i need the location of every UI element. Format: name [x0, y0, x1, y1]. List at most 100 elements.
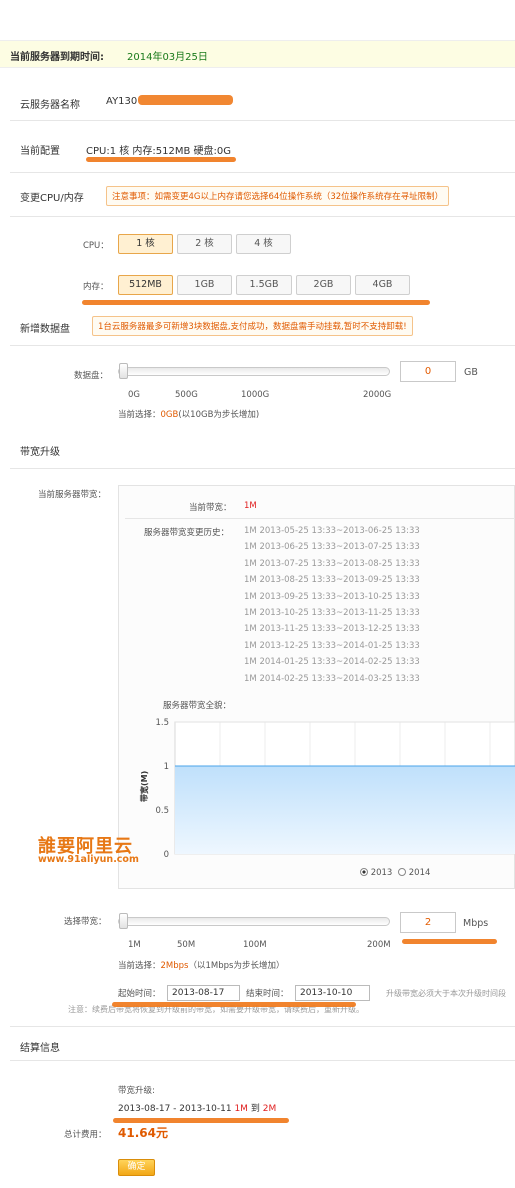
bandwidth-tick: 50M	[177, 940, 196, 950]
upgrade-to-word: 到	[250, 1104, 260, 1114]
memory-option-2gb[interactable]: 2GB	[296, 275, 351, 295]
chart-y-tick-label: 0.5	[155, 806, 169, 816]
disk-hint-value: 0GB	[160, 410, 179, 420]
bandwidth-hint-value: 2Mbps	[160, 961, 189, 971]
bandwidth-section-label: 带宽升级	[20, 447, 60, 458]
year-label-2014[interactable]: 2014	[409, 868, 431, 878]
expiry-label: 当前服务器到期时间:	[10, 52, 104, 63]
current-config-value: CPU:1 核 内存:512MB 硬盘:0G	[86, 146, 232, 157]
end-time-label: 结束时间：	[246, 989, 289, 999]
cpu-option-4[interactable]: 4 核	[236, 234, 291, 254]
confirm-button[interactable]: 确定	[118, 1159, 155, 1176]
cpu-option-1[interactable]: 1 核	[118, 234, 173, 254]
divider	[10, 468, 515, 469]
settlement-section-label: 结算信息	[20, 1043, 60, 1054]
cpu-option-2[interactable]: 2 核	[177, 234, 232, 254]
bandwidth-input[interactable]: 2	[400, 912, 456, 933]
year-radio-2014[interactable]	[398, 868, 407, 876]
chart-y-axis-label: 带宽(M)	[139, 771, 149, 802]
end-date-input[interactable]: 2013-10-10	[295, 985, 370, 1001]
change-cpu-label: 变更CPU/内存	[20, 193, 84, 204]
memory-option-4gb[interactable]: 4GB	[355, 275, 410, 295]
total-cost-value: 41.64元	[118, 1126, 168, 1140]
year-radio-2013[interactable]	[360, 868, 368, 876]
inner-current-label: 当前带宽：	[189, 503, 232, 513]
memory-option-1-5gb[interactable]: 1.5GB	[236, 275, 292, 295]
divider	[125, 518, 515, 519]
chart-y-tick-label: 1	[164, 762, 169, 772]
year-label-2013[interactable]: 2013	[371, 868, 393, 878]
history-label: 服务器带宽变更历史：	[144, 528, 230, 538]
disk-tick: 2000G	[363, 390, 392, 400]
memory-option-512mb[interactable]: 512MB	[118, 275, 173, 295]
annotation-underline	[112, 1002, 356, 1007]
divider	[10, 120, 515, 121]
annotation-underline	[113, 1118, 289, 1123]
history-item: 1M 2013-09-25 13:33~2013-10-25 13:33	[244, 591, 420, 602]
bandwidth-tick: 200M	[367, 940, 391, 950]
upgrade-summary: 2013-08-17 - 2013-10-11 1M 到 2M	[118, 1101, 276, 1114]
disk-unit: GB	[464, 367, 478, 378]
bandwidth-hint-prefix: 当前选择：	[118, 961, 161, 971]
memory-label: 内存：	[83, 282, 109, 292]
history-item: 1M 2013-05-25 13:33~2013-06-25 13:33	[244, 526, 420, 536]
annotation-underline	[86, 157, 236, 162]
bandwidth-tick: 1M	[128, 940, 141, 950]
bandwidth-unit: Mbps	[463, 918, 489, 929]
history-item: 1M 2014-01-25 13:33~2014-02-25 13:33	[244, 657, 420, 668]
start-time-label: 起始时间：	[118, 989, 161, 999]
bandwidth-hint-suffix: （以1Mbps为步长增加）	[188, 961, 285, 971]
bandwidth-slider-track[interactable]	[118, 917, 390, 926]
disk-tick: 500G	[175, 390, 198, 400]
annotation-underline	[402, 939, 497, 944]
start-date-input[interactable]: 2013-08-17	[167, 985, 240, 1001]
disk-tick: 1000G	[241, 390, 270, 400]
disk-tick: 0G	[128, 390, 140, 400]
divider	[10, 345, 515, 346]
expiry-banner: 当前服务器到期时间: 2014年03月25日	[0, 40, 515, 68]
history-item: 1M 2013-08-25 13:33~2013-09-25 13:33	[244, 575, 420, 586]
disk-size-input[interactable]: 0	[400, 361, 456, 382]
history-item: 1M 2013-10-25 13:33~2013-11-25 13:33	[244, 608, 420, 618]
current-bandwidth-label: 当前服务器带宽：	[38, 490, 107, 500]
upgrade-label: 带宽升级:	[118, 1086, 155, 1096]
divider	[10, 1026, 515, 1027]
disk-hint: 当前选择：0GB(以10GB为步长增加)	[118, 408, 259, 420]
disk-slider-label: 数据盘：	[74, 371, 109, 381]
expiry-date: 2014年03月25日	[127, 52, 208, 63]
select-bandwidth-label: 选择带宽：	[64, 917, 107, 927]
disk-notice: 1台云服务器最多可新增3块数据盘,支付成功，数据盘需手动挂载,暂时不支持卸载!	[92, 316, 413, 336]
bandwidth-tick: 100M	[243, 940, 267, 950]
redaction-mark	[138, 95, 233, 105]
server-name-label: 云服务器名称	[20, 100, 80, 111]
total-cost-label: 总计费用：	[64, 1130, 107, 1140]
divider	[10, 216, 515, 217]
watermark-url: www.91aliyun.com	[38, 854, 139, 865]
history-item: 1M 2014-02-25 13:33~2014-03-25 13:33	[244, 673, 420, 684]
server-name-value: AY130	[106, 96, 138, 107]
upgrade-from: 1M	[234, 1104, 248, 1114]
disk-slider-track[interactable]	[118, 367, 390, 376]
upgrade-note: 升级带宽必须大于本次升级时间段	[386, 989, 506, 998]
disk-label: 新增数据盘	[20, 324, 70, 335]
history-item: 1M 2013-06-25 13:33~2013-07-25 13:33	[244, 542, 420, 553]
current-config-label: 当前配置	[20, 146, 60, 157]
memory-notice: 注意事项：如需变更4G以上内存请您选择64位操作系统（32位操作系统存在寻址限制…	[106, 186, 450, 206]
bandwidth-slider-handle[interactable]	[119, 913, 128, 929]
history-item: 1M 2013-07-25 13:33~2013-08-25 13:33	[244, 558, 420, 569]
chart-y-tick-label: 0	[164, 850, 169, 860]
memory-option-1gb[interactable]: 1GB	[177, 275, 232, 295]
disk-hint-prefix: 当前选择：	[118, 410, 161, 420]
chart-y-tick-label: 1.5	[155, 718, 169, 728]
divider	[10, 172, 515, 173]
disk-slider-handle[interactable]	[119, 363, 128, 379]
overview-label: 服务器带宽全貌：	[163, 701, 232, 711]
history-item: 1M 2013-11-25 13:33~2013-12-25 13:33	[244, 624, 420, 635]
history-item: 1M 2013-12-25 13:33~2014-01-25 13:33	[244, 640, 420, 651]
bandwidth-chart: 1.5 1 0.5 0 带宽(M)	[139, 718, 515, 860]
upgrade-to: 2M	[262, 1104, 277, 1114]
inner-current-value: 1M	[244, 501, 257, 511]
chart-area-series	[175, 766, 515, 854]
annotation-underline	[82, 300, 430, 305]
cpu-label: CPU：	[83, 241, 109, 251]
